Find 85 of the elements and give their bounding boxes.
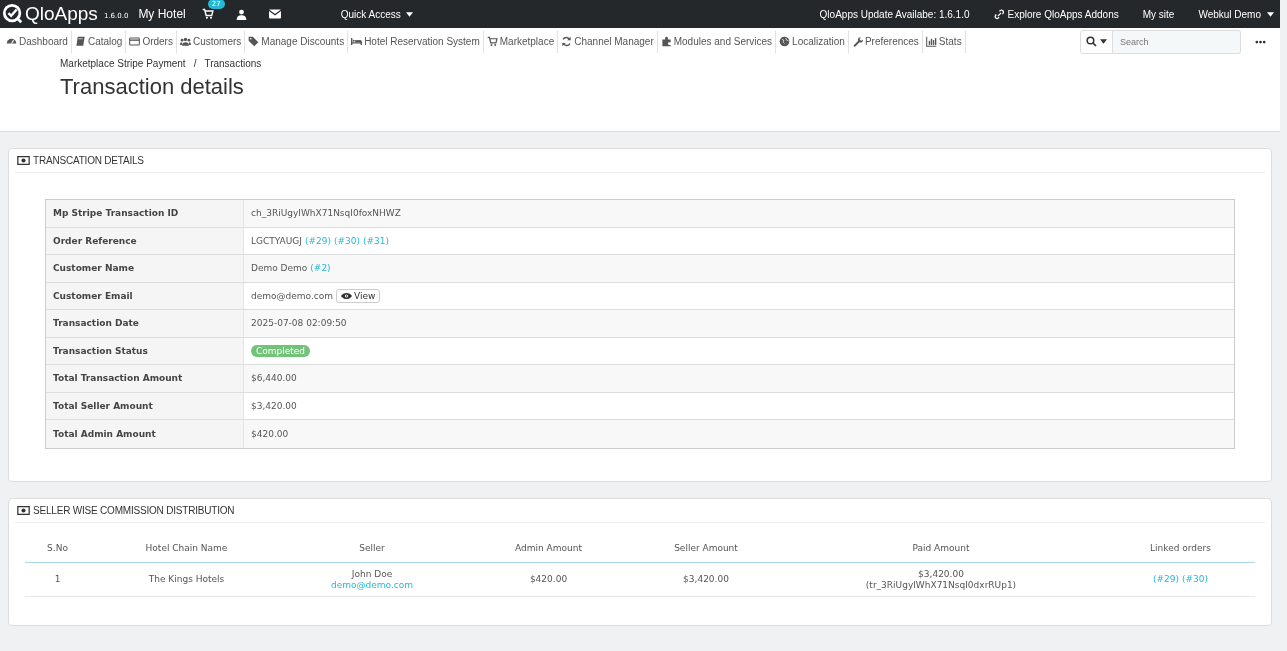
panel-title: SELLER WISE COMMISSION DISTRIBUTION: [33, 504, 235, 516]
user-icon: [235, 8, 247, 20]
money-icon: [17, 505, 30, 515]
link-icon: [993, 8, 1005, 20]
field-label: Transaction Date: [46, 310, 244, 337]
field-value: Demo Demo: [251, 263, 308, 274]
field-label: Total Seller Amount: [46, 392, 244, 419]
globe-icon: [779, 36, 791, 47]
view-button[interactable]: View: [336, 288, 381, 303]
field-label: Total Admin Amount: [46, 420, 244, 448]
users-icon: [179, 36, 191, 47]
menu-item[interactable]: Manage Discounts: [245, 30, 349, 53]
breadcrumb-link[interactable]: Marketplace Stripe Payment: [60, 58, 186, 69]
book-icon: [74, 36, 86, 47]
logo-icon: [2, 3, 24, 25]
search-field[interactable]: Search: [1113, 29, 1241, 54]
more-icon: [1255, 39, 1266, 44]
update-link[interactable]: QloApps Update Availabe: 1.6.1.0: [819, 8, 970, 20]
column-header: Seller: [358, 543, 386, 553]
field-value: $420.00: [251, 428, 289, 439]
page-title: Transaction details: [60, 74, 245, 100]
field-label: Customer Name: [46, 255, 244, 282]
table-cell-text: 1: [53, 574, 62, 584]
caret-icon: [405, 11, 413, 17]
menu-item[interactable]: Preferences: [848, 30, 923, 53]
caret-icon: [1267, 11, 1274, 17]
field-value: $6,440.00: [251, 373, 297, 384]
card-icon: [129, 36, 141, 47]
logo-text: QloApps: [25, 3, 98, 25]
envelope-icon: [268, 9, 281, 19]
status-badge: Completed: [251, 344, 311, 357]
money-icon: [17, 156, 30, 165]
column-header: Hotel Chain Name: [144, 543, 229, 553]
field-label: Customer Email: [46, 282, 244, 309]
refresh-icon: [561, 36, 573, 47]
table-cell-text: $420.00: [528, 574, 569, 584]
my-site-link[interactable]: My site: [1142, 8, 1175, 20]
menu-item[interactable]: Hotel Reservation System: [348, 30, 484, 53]
menu-item[interactable]: Modules and Services: [657, 30, 777, 53]
menu-item[interactable]: Localization: [776, 30, 849, 53]
search-dropdown-button[interactable]: [1080, 29, 1113, 54]
menu-item[interactable]: Catalog: [71, 30, 127, 53]
table-cell-text: $3,420.00: [682, 574, 730, 584]
column-header: Admin Amount: [514, 543, 583, 553]
menu-item[interactable]: Marketplace: [483, 30, 559, 53]
menu-item[interactable]: Customers: [176, 30, 246, 53]
menu-item[interactable]: Stats: [922, 30, 966, 53]
caret-icon: [1100, 39, 1107, 44]
gauge-icon: [6, 36, 17, 47]
bed-icon: [351, 36, 363, 47]
cart-icon: [201, 8, 214, 20]
paid-amount: $3,420.00: [918, 568, 964, 579]
field-label: Mp Stripe Transaction ID: [46, 200, 244, 227]
user-menu[interactable]: Webkul Demo: [1198, 8, 1274, 20]
column-header: Seller Amount: [673, 543, 739, 553]
field-label: Total Transaction Amount: [46, 365, 244, 392]
cart-icon: [486, 36, 498, 47]
column-header: Linked orders: [1149, 543, 1212, 553]
column-header: S.No: [46, 543, 69, 553]
field-label: Order Reference: [46, 227, 244, 254]
wrench-icon: [851, 36, 863, 47]
seller-name: John Doe: [351, 568, 393, 579]
breadcrumb-link[interactable]: Transactions: [204, 58, 262, 69]
eye-icon: [341, 291, 352, 300]
search-icon: [1086, 36, 1097, 47]
breadcrumb-separator: /: [193, 58, 197, 69]
tag-icon: [248, 36, 260, 47]
puzzle-icon: [660, 36, 672, 47]
shop-link[interactable]: My Hotel: [138, 7, 186, 21]
quick-access-menu[interactable]: Quick Access: [340, 8, 413, 20]
field-value: ch_3RiUgyIWhX71NsqI0foxNHWZ: [251, 208, 401, 219]
field-value: 2025-07-08 02:09:50: [251, 318, 347, 329]
addons-link[interactable]: Explore QloApps Addons: [993, 8, 1119, 20]
panel-title: TRANSCATION DETAILS: [33, 155, 144, 166]
payout-reference: (tr_3RiUgyIWhX71NsqI0dxrRUp1): [865, 579, 1017, 590]
field-label: Transaction Status: [46, 337, 244, 364]
field-value: $3,420.00: [251, 400, 297, 411]
field-value: LGCTYAUGJ: [251, 235, 302, 246]
menu-item[interactable]: Orders: [126, 30, 177, 53]
field-value: demo@demo.com: [251, 290, 333, 301]
menu-item[interactable]: Channel Manager: [558, 30, 658, 53]
bar-chart-icon: [925, 36, 937, 47]
menu-item[interactable]: Dashboard: [3, 30, 72, 53]
table-cell-text: The Kings Hotels: [147, 574, 226, 584]
column-header: Paid Amount: [911, 543, 971, 553]
